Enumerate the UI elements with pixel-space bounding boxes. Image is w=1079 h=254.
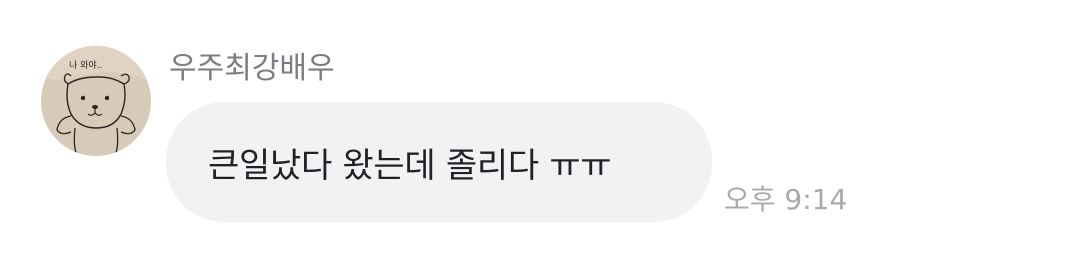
sender-name[interactable]: 우주최강배우 [169,50,335,88]
message-bubble[interactable]: 큰일났다 왔는데 졸리다 ㅠㅠ [166,102,712,222]
chat-message-row: 나 와야.. 우주최강배우 큰일났다 왔는데 졸리다 ㅠㅠ 오후 9:14 [0,0,1079,254]
profile-avatar[interactable]: 나 와야.. [41,46,151,156]
message-text: 큰일났다 왔는데 졸리다 ㅠㅠ [208,145,612,186]
bear-drawing-icon: 나 와야.. [41,46,151,156]
avatar-caption: 나 와야.. [69,59,102,71]
message-timestamp: 오후 9:14 [724,183,848,216]
